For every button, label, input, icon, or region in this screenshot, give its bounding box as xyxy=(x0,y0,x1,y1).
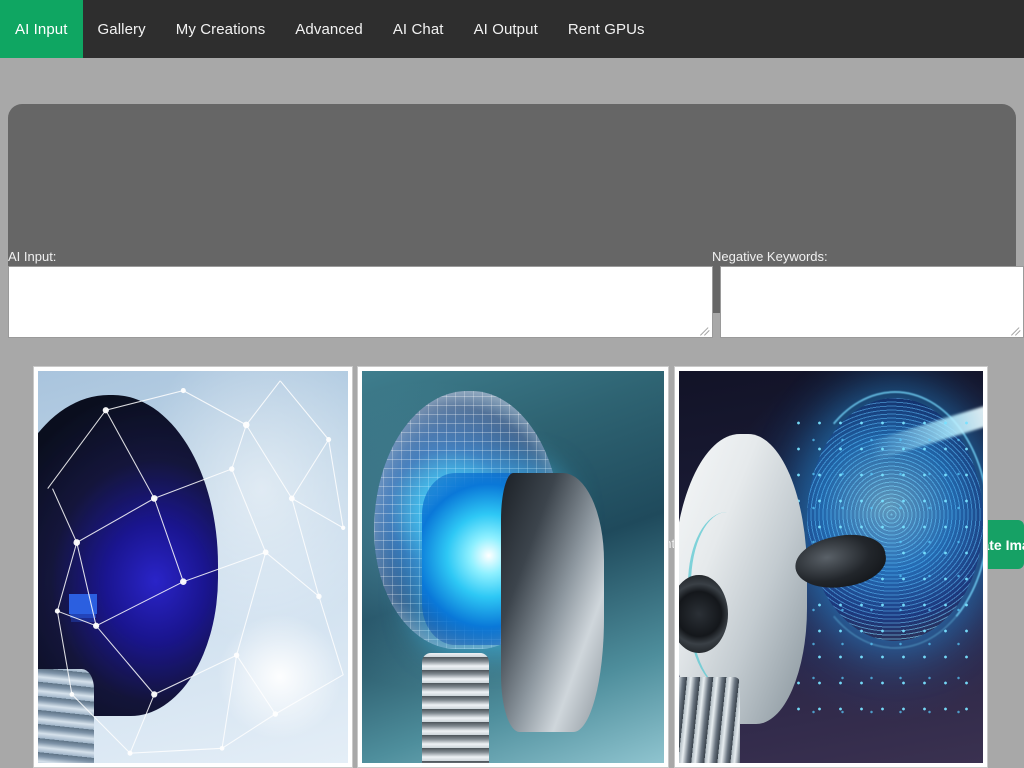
gallery-image-card[interactable] xyxy=(357,366,669,768)
nav-tab-label: My Creations xyxy=(175,20,266,38)
nav-tab-ai-input[interactable]: AI Input xyxy=(0,0,83,58)
nav-tab-ai-chat[interactable]: AI Chat xyxy=(378,0,459,58)
artwork-android-torso xyxy=(679,676,740,763)
nav-tab-my-creations[interactable]: My Creations xyxy=(161,0,281,58)
nav-tab-label: AI Chat xyxy=(392,20,444,38)
generation-controls-row: Image Orientation: Landscape Square Port… xyxy=(0,262,1024,569)
nav-tab-rent-gpus[interactable]: Rent GPUs xyxy=(553,0,660,58)
nav-tab-label: Gallery xyxy=(97,20,146,38)
nav-tab-ai-output[interactable]: AI Output xyxy=(459,0,553,58)
nav-tab-label: Advanced xyxy=(295,20,363,38)
generated-image-circuit-brain-robot xyxy=(362,371,664,763)
artwork-spine-column xyxy=(422,653,489,763)
nav-tab-advanced[interactable]: Advanced xyxy=(280,0,378,58)
generated-images-gallery xyxy=(0,366,1024,768)
nav-tab-label: AI Input xyxy=(15,20,68,38)
nav-tab-gallery[interactable]: Gallery xyxy=(83,0,161,58)
gallery-image-card[interactable] xyxy=(33,366,353,768)
nav-tab-label: AI Output xyxy=(473,20,538,38)
generated-image-android-particle-sphere xyxy=(679,371,983,763)
artwork-network-lines xyxy=(47,380,346,756)
gallery-image-card[interactable] xyxy=(674,366,988,768)
artwork-robot-face-profile xyxy=(500,472,604,732)
main-navigation: AI Input Gallery My Creations Advanced A… xyxy=(0,0,1024,58)
nav-tab-label: Rent GPUs xyxy=(567,20,645,38)
generated-image-neural-mesh-head xyxy=(38,371,348,763)
